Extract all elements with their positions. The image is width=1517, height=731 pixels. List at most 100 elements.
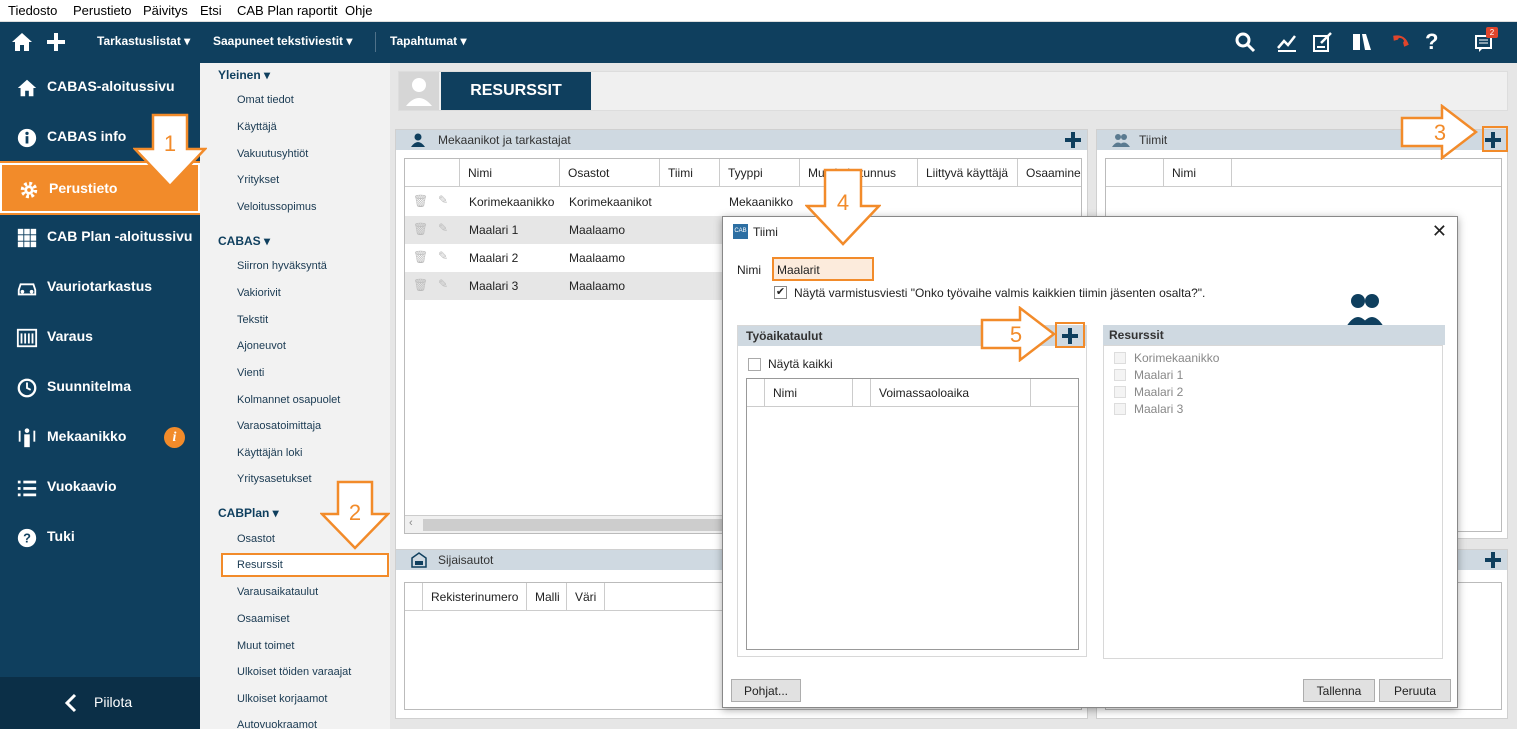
- sidebar-item-cab-plan-aloitussivu[interactable]: CAB Plan -aloitussivu: [0, 213, 200, 263]
- report-edit-icon[interactable]: [1311, 30, 1335, 54]
- add-plus-icon[interactable]: [1483, 550, 1503, 570]
- resource-checkbox[interactable]: [1114, 369, 1126, 381]
- sidebar-item-cabas-aloitussivu[interactable]: CABAS-aloitussivu: [0, 63, 200, 113]
- column-header-malli[interactable]: Malli: [527, 583, 567, 611]
- gear-icon: [20, 181, 38, 199]
- submenu-item-muut-toimet[interactable]: Muut toimet: [237, 640, 294, 652]
- sidebar-item-suunnitelma[interactable]: Suunnitelma: [0, 363, 200, 413]
- mechanics-panel-header: Mekaanikot ja tarkastajat: [396, 130, 1087, 150]
- submenu-item-veloitussopimus[interactable]: Veloitussopimus: [237, 201, 317, 213]
- submenu-item-kolmannet-osapuolet[interactable]: Kolmannet osapuolet: [237, 394, 340, 406]
- sidebar-item-mekaanikko[interactable]: Mekaanikko i: [0, 413, 200, 463]
- column-header-nimi[interactable]: Nimi: [460, 159, 560, 187]
- sidebar-item-tuki[interactable]: ? Tuki: [0, 513, 200, 563]
- column-header-voimassaoloaika[interactable]: Voimassaoloaika: [871, 379, 1031, 407]
- notification-info-icon[interactable]: i: [164, 427, 185, 448]
- sidebar-item-vuokaavio[interactable]: Vuokaavio: [0, 463, 200, 513]
- submenu-item-autovuokraamot[interactable]: Autovuokraamot: [237, 719, 317, 731]
- column-header-nimi[interactable]: Nimi: [765, 379, 853, 407]
- submenu-item-resurssit-selected[interactable]: Resurssit: [221, 553, 389, 577]
- column-header-muu-kuin-tunnus[interactable]: Muu kuin tunnus: [800, 159, 918, 187]
- save-button[interactable]: Tallenna: [1303, 679, 1375, 702]
- submenu-item-kayttaja[interactable]: Käyttäjä: [237, 121, 277, 133]
- submenu-item-omat-tiedot[interactable]: Omat tiedot: [237, 94, 294, 106]
- column-header-vari[interactable]: Väri: [567, 583, 605, 611]
- submenu-section-cabplan[interactable]: CABPlan ▾: [218, 506, 279, 520]
- trash-icon[interactable]: 🗑: [413, 194, 428, 208]
- list-icon: [17, 480, 37, 497]
- column-header-liittyva-kayttaja[interactable]: Liittyvä käyttäjä: [918, 159, 1018, 187]
- column-header-tiimi[interactable]: Tiimi: [660, 159, 720, 187]
- submenu-item-ajoneuvot[interactable]: Ajoneuvot: [237, 340, 286, 352]
- menu-perustieto[interactable]: Perustieto: [73, 3, 132, 18]
- close-icon[interactable]: ✕: [1432, 221, 1447, 242]
- submenu-item-vakiorivit[interactable]: Vakiorivit: [237, 287, 281, 299]
- submenu-item-siirron-hyvaksynta[interactable]: Siirron hyväksyntä: [237, 260, 327, 272]
- resource-checkbox[interactable]: [1114, 386, 1126, 398]
- column-header-osaaminen[interactable]: Osaaminen: [1018, 159, 1081, 187]
- pencil-icon[interactable]: ✎: [438, 193, 448, 207]
- templates-button[interactable]: Pohjat...: [731, 679, 801, 702]
- submenu-item-ulkoiset-toiden-varaajat[interactable]: Ulkoiset töiden varaajat: [237, 666, 351, 678]
- menu-etsi[interactable]: Etsi: [200, 3, 222, 18]
- cancel-button[interactable]: Peruuta: [1379, 679, 1451, 702]
- sidebar-item-varaus[interactable]: Varaus: [0, 313, 200, 363]
- trash-icon[interactable]: 🗑: [413, 222, 428, 236]
- sidebar-item-label: Vauriotarkastus: [47, 278, 153, 294]
- submenu-item-varaosatoimittaja[interactable]: Varaosatoimittaja: [237, 420, 321, 432]
- nav-tapahtumat[interactable]: Tapahtumat ▾: [390, 34, 466, 48]
- schedules-table-header: Nimi Voimassaoloaika: [747, 379, 1078, 407]
- cell-name: Maalari 2: [469, 251, 519, 265]
- sidebar-item-label: CAB Plan -aloitussivu: [47, 228, 193, 244]
- hide-sidebar-button[interactable]: Piilota: [0, 677, 200, 729]
- submenu-item-kayttajan-loki[interactable]: Käyttäjän loki: [237, 447, 302, 459]
- submenu-item-osaamiset[interactable]: Osaamiset: [237, 613, 290, 625]
- column-header-rekisterinumero[interactable]: Rekisterinumero: [423, 583, 527, 611]
- submenu-item-tekstit[interactable]: Tekstit: [237, 314, 268, 326]
- home-icon[interactable]: [10, 30, 34, 54]
- submenu-item-vakuutusyhtiot[interactable]: Vakuutusyhtiöt: [237, 148, 308, 160]
- table-row[interactable]: 🗑 ✎ Korimekaanikko Korimekaanikot Mekaan…: [405, 188, 1081, 216]
- submenu-item-vienti[interactable]: Vienti: [237, 367, 264, 379]
- trash-icon[interactable]: 🗑: [413, 250, 428, 264]
- pencil-icon[interactable]: ✎: [438, 221, 448, 235]
- scroll-left-icon[interactable]: ‹: [409, 517, 413, 529]
- search-icon[interactable]: [1233, 30, 1257, 54]
- submenu-item-varausaikataulut[interactable]: Varausaikataulut: [237, 586, 318, 598]
- submenu-section-yleinen[interactable]: Yleinen ▾: [218, 68, 270, 82]
- menu-paivitys[interactable]: Päivitys: [143, 3, 188, 18]
- book-icon[interactable]: [1350, 30, 1374, 54]
- column-header-nimi[interactable]: Nimi: [1164, 159, 1232, 187]
- confirm-checkbox[interactable]: ✔: [774, 286, 787, 299]
- resource-checkbox[interactable]: [1114, 403, 1126, 415]
- menu-tiedosto[interactable]: Tiedosto: [8, 3, 57, 18]
- trash-icon[interactable]: 🗑: [413, 278, 428, 292]
- help-icon[interactable]: ?: [1425, 29, 1438, 55]
- sidebar-item-cabas-info[interactable]: CABAS info: [0, 113, 200, 163]
- resource-checkbox[interactable]: [1114, 352, 1126, 364]
- pencil-icon[interactable]: ✎: [438, 249, 448, 263]
- name-field[interactable]: Maalarit: [772, 257, 874, 281]
- menu-ohje[interactable]: Ohje: [345, 3, 372, 18]
- nav-tarkastuslistat[interactable]: Tarkastuslistat ▾: [97, 34, 190, 48]
- submenu-item-ulkoiset-korjaamot[interactable]: Ulkoiset korjaamot: [237, 693, 327, 705]
- submenu-item-yritysasetukset[interactable]: Yritysasetukset: [237, 473, 312, 485]
- chart-icon[interactable]: [1275, 30, 1299, 54]
- phone-hangup-icon[interactable]: [1388, 30, 1412, 54]
- sidebar-item-vauriotarkastus[interactable]: Vauriotarkastus: [0, 263, 200, 313]
- menu-cab-plan-raportit[interactable]: CAB Plan raportit: [237, 3, 337, 18]
- nav-saapuneet-tekstiviestit[interactable]: Saapuneet tekstiviestit ▾: [213, 34, 352, 48]
- submenu-item-osastot[interactable]: Osastot: [237, 533, 275, 545]
- pencil-icon[interactable]: ✎: [438, 277, 448, 291]
- cell-name: Maalari 3: [469, 279, 519, 293]
- sidebar-item-perustieto[interactable]: Perustieto: [0, 161, 202, 215]
- show-all-checkbox[interactable]: [748, 358, 761, 371]
- column-header-tyyppi[interactable]: Tyyppi: [720, 159, 800, 187]
- person-icon: [411, 133, 425, 147]
- scrollbar-thumb[interactable]: [423, 519, 723, 531]
- add-mechanic-plus-icon[interactable]: [1063, 130, 1083, 150]
- column-header-osastot[interactable]: Osastot: [560, 159, 660, 187]
- submenu-item-yritykset[interactable]: Yritykset: [237, 174, 279, 186]
- add-icon[interactable]: [44, 30, 68, 54]
- submenu-section-cabas[interactable]: CABAS ▾: [218, 234, 270, 248]
